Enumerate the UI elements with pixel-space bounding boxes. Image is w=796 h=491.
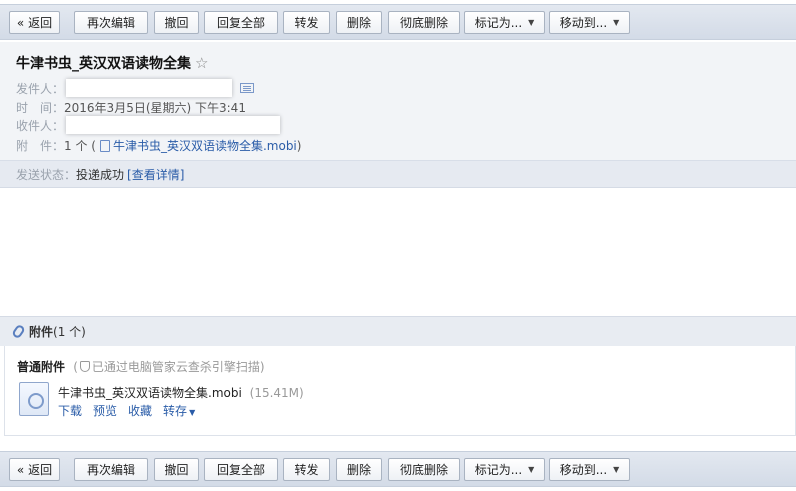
attachment-actions: 下载 预览 收藏 转存 ▼ — [58, 402, 195, 419]
scan-note: ( 已通过电脑管家云查杀引擎扫描) — [73, 360, 264, 374]
attachment-label: 附 件： — [16, 139, 65, 153]
top-toolbar: « 返回 再次编辑 撤回 回复全部 转发 删除 彻底删除 标记为... ▼ 移动… — [0, 4, 796, 40]
attachment-item: 牛津书虫_英汉双语读物全集.mobi (15.41M) — [58, 384, 304, 401]
sender-redacted — [66, 79, 233, 97]
mark-as-dropdown[interactable]: 标记为... ▼ — [464, 458, 545, 481]
normal-attachments-title: 普通附件 ( 已通过电脑管家云查杀引擎扫描) — [17, 358, 265, 375]
chevron-down-icon: ▼ — [613, 18, 620, 27]
shield-icon — [79, 361, 90, 372]
view-details-link[interactable]: [查看详情] — [127, 166, 184, 183]
save-to-dropdown[interactable]: 转存 ▼ — [163, 402, 195, 419]
delete-permanent-button[interactable]: 彻底删除 — [388, 458, 460, 481]
star-icon[interactable]: ☆ — [195, 54, 208, 72]
mobi-file-icon[interactable] — [19, 382, 49, 416]
reedit-button[interactable]: 再次编辑 — [74, 458, 148, 481]
forward-button[interactable]: 转发 — [283, 11, 330, 34]
status-label: 发送状态： — [16, 167, 77, 182]
subject-text: 牛津书虫_英汉双语读物全集 — [16, 56, 191, 72]
recall-button[interactable]: 撤回 — [154, 11, 199, 34]
attachments-title: 附件 — [29, 325, 54, 339]
attachment-row: 附 件： 1 个 ( 牛津书虫_英汉双语读物全集.mobi ) — [16, 137, 301, 154]
mark-as-dropdown[interactable]: 标记为... ▼ — [464, 11, 545, 34]
time-label: 时 间： — [16, 101, 65, 115]
recipient-row: 收件人： — [16, 116, 281, 134]
chevron-down-icon: ▼ — [613, 465, 620, 474]
delete-permanent-button[interactable]: 彻底删除 — [388, 11, 460, 34]
recipient-label: 收件人： — [16, 118, 65, 133]
attachments-count: (1 个) — [53, 325, 86, 339]
mark-as-label: 标记为... — [474, 16, 523, 30]
back-button[interactable]: « 返回 — [9, 11, 60, 34]
sender-row: 发件人： — [16, 79, 255, 97]
attachment-close: ) — [296, 138, 302, 153]
mail-subject: 牛津书虫_英汉双语读物全集 ☆ — [16, 53, 208, 73]
recipient-redacted — [66, 116, 281, 134]
reedit-button[interactable]: 再次编辑 — [74, 11, 148, 34]
paperclip-icon — [11, 323, 26, 340]
status-value: 投递成功 — [76, 167, 125, 182]
normal-attachments-label: 普通附件 — [17, 360, 66, 374]
chevron-down-icon: ▼ — [528, 18, 535, 27]
chevron-down-icon: ▼ — [528, 465, 535, 474]
delete-button[interactable]: 删除 — [336, 458, 382, 481]
move-to-label: 移动到... — [559, 16, 608, 30]
favorite-link[interactable]: 收藏 — [128, 402, 152, 419]
move-to-dropdown[interactable]: 移动到... ▼ — [549, 458, 630, 481]
back-button[interactable]: « 返回 — [9, 458, 60, 481]
delete-button[interactable]: 删除 — [336, 11, 382, 34]
attachments-panel: 普通附件 ( 已通过电脑管家云查杀引擎扫描) 牛津书虫_英汉双语读物全集.mobi… — [4, 346, 796, 436]
time-row: 时 间： 2016年3月5日(星期六) 下午3:41 — [16, 99, 246, 116]
attachment-file-size: (15.41M) — [249, 386, 304, 400]
attachment-link[interactable]: 牛津书虫_英汉双语读物全集.mobi — [113, 137, 297, 154]
preview-link[interactable]: 预览 — [93, 402, 117, 419]
file-icon — [99, 139, 110, 152]
contact-card-icon[interactable] — [240, 83, 255, 93]
attachment-count: 1 个 ( — [64, 139, 96, 153]
move-to-dropdown[interactable]: 移动到... ▼ — [549, 11, 630, 34]
time-value: 2016年3月5日(星期六) 下午3:41 — [64, 101, 246, 115]
forward-button[interactable]: 转发 — [283, 458, 330, 481]
save-to-label: 转存 — [163, 404, 188, 418]
move-to-label: 移动到... — [559, 463, 608, 477]
download-link[interactable]: 下载 — [58, 402, 82, 419]
scan-note-open: ( — [73, 360, 78, 374]
attachment-file-name: 牛津书虫_英汉双语读物全集.mobi — [58, 386, 242, 400]
chevron-down-icon: ▼ — [189, 408, 196, 417]
reply-all-button[interactable]: 回复全部 — [204, 458, 278, 481]
recall-button[interactable]: 撤回 — [154, 458, 199, 481]
reply-all-button[interactable]: 回复全部 — [204, 11, 278, 34]
send-status-bar: 发送状态： 投递成功 [查看详情] — [0, 160, 796, 188]
attachments-header: 附件 (1 个) — [0, 316, 796, 346]
bottom-toolbar: « 返回 再次编辑 撤回 回复全部 转发 删除 彻底删除 标记为... ▼ 移动… — [0, 451, 796, 487]
mark-as-label: 标记为... — [474, 463, 523, 477]
scan-note-text: 已通过电脑管家云查杀引擎扫描) — [91, 360, 265, 374]
sender-label: 发件人： — [16, 81, 65, 96]
